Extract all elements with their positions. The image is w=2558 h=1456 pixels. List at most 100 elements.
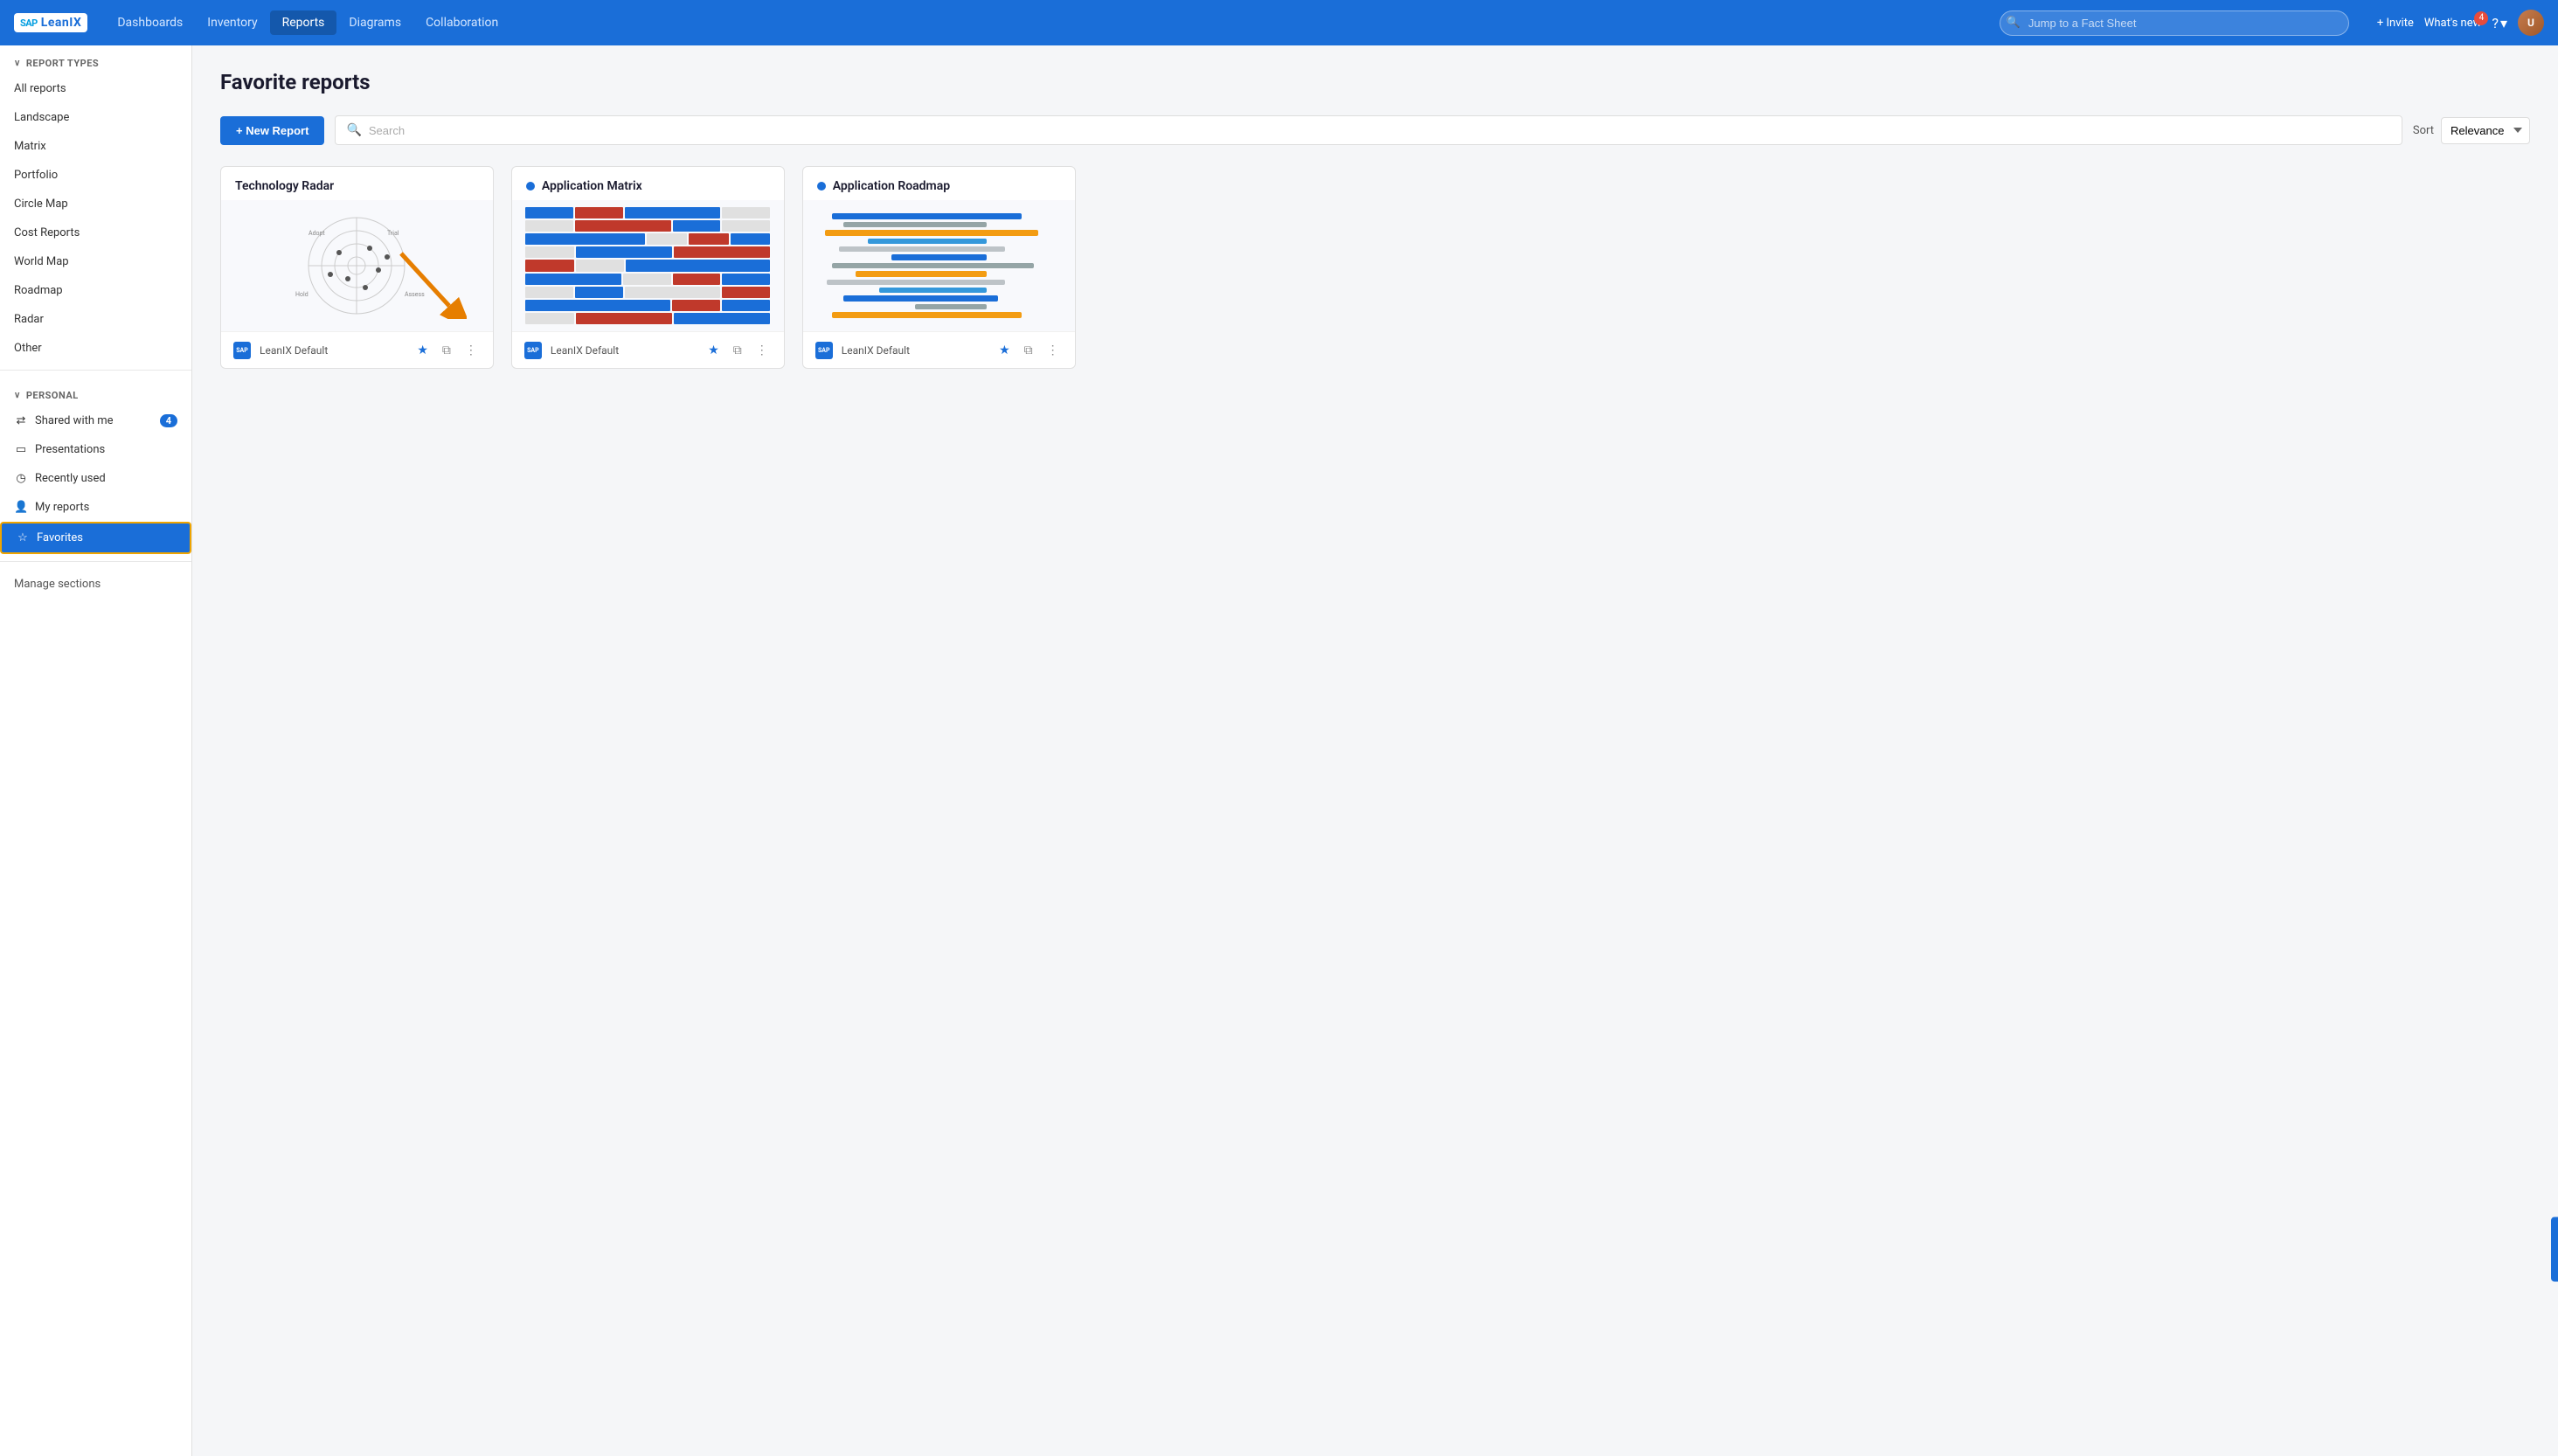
card-logo: SAP (524, 342, 542, 359)
card-preview-matrix (512, 200, 784, 331)
card-logo: SAP (815, 342, 833, 359)
more-button[interactable]: ⋮ (1043, 341, 1063, 359)
toolbar: + New Report 🔍 Sort Relevance Name Date … (220, 115, 2530, 145)
sidebar-item-portfolio[interactable]: Portfolio (0, 161, 191, 190)
nav-reports[interactable]: Reports (270, 10, 337, 35)
personal-header: ∨ PERSONAL (0, 378, 191, 406)
report-types-chevron: ∨ (14, 59, 21, 68)
sidebar-label: Radar (14, 313, 44, 326)
main-content: Favorite reports + New Report 🔍 Sort Rel… (192, 45, 2558, 1456)
sidebar-label: My reports (35, 501, 89, 514)
search-input[interactable] (369, 124, 2391, 137)
report-card-application-roadmap[interactable]: Application Roadmap (802, 166, 1076, 369)
card-footer-roadmap: SAP LeanIX Default ★ ⧉ ⋮ (803, 331, 1075, 368)
sidebar-label: Cost Reports (14, 226, 80, 239)
sidebar-item-landscape[interactable]: Landscape (0, 103, 191, 132)
sidebar-divider-2 (0, 561, 191, 562)
layout: ∨ REPORT TYPES All reports Landscape Mat… (0, 45, 2558, 1456)
card-owner: LeanIX Default (260, 344, 405, 357)
sort-area: Sort Relevance Name Date Type (2413, 117, 2530, 144)
card-owner: LeanIX Default (551, 344, 696, 357)
nav-items: Dashboards Inventory Reports Diagrams Co… (105, 10, 1982, 35)
report-card-application-matrix[interactable]: Application Matrix (511, 166, 785, 369)
nav-collaboration[interactable]: Collaboration (413, 10, 510, 35)
invite-button[interactable]: + Invite (2377, 17, 2414, 30)
card-footer-matrix: SAP LeanIX Default ★ ⧉ ⋮ (512, 331, 784, 368)
more-button[interactable]: ⋮ (752, 341, 772, 359)
copy-button[interactable]: ⧉ (439, 341, 454, 359)
sidebar-label: Favorites (37, 531, 83, 544)
copy-button[interactable]: ⧉ (1021, 341, 1036, 359)
presentation-icon: ▭ (14, 443, 28, 456)
sidebar-label: Matrix (14, 140, 46, 153)
sidebar-item-matrix[interactable]: Matrix (0, 132, 191, 161)
card-preview-roadmap (803, 200, 1075, 331)
cards-grid: Technology Radar (220, 166, 2530, 369)
copy-button[interactable]: ⧉ (730, 341, 745, 359)
sidebar-item-world-map[interactable]: World Map (0, 247, 191, 276)
nav-diagrams[interactable]: Diagrams (336, 10, 413, 35)
logo-leanix-text: LeanIX (41, 16, 82, 30)
card-title: Technology Radar (235, 179, 334, 193)
roadmap-bars (816, 210, 1061, 322)
card-logo: SAP (233, 342, 251, 359)
card-actions: ★ ⧉ ⋮ (995, 341, 1063, 359)
help-button[interactable]: ? ▾ (2492, 15, 2507, 31)
support-button[interactable]: Support (2551, 1217, 2558, 1281)
svg-text:Adopt: Adopt (308, 230, 325, 237)
sidebar-item-cost-reports[interactable]: Cost Reports (0, 218, 191, 247)
navbar-search-area: 🔍 (2000, 10, 2349, 36)
whatsnew-button[interactable]: What's new 4 (2424, 17, 2482, 30)
card-header-application-roadmap: Application Roadmap (803, 167, 1075, 200)
sidebar-item-my-reports[interactable]: 👤 My reports (0, 493, 191, 522)
manage-sections[interactable]: Manage sections (0, 569, 191, 600)
report-card-technology-radar[interactable]: Technology Radar (220, 166, 494, 369)
sidebar-item-roadmap[interactable]: Roadmap (0, 276, 191, 305)
navbar: SAP LeanIX Dashboards Inventory Reports … (0, 0, 2558, 45)
sidebar-label: Recently used (35, 472, 106, 485)
avatar[interactable]: U (2518, 10, 2544, 36)
sidebar-label: Other (14, 342, 42, 355)
sidebar-label: All reports (14, 82, 66, 95)
nav-dashboards[interactable]: Dashboards (105, 10, 195, 35)
report-types-header: ∨ REPORT TYPES (0, 45, 191, 74)
favorite-button[interactable]: ★ (995, 341, 1014, 359)
more-button[interactable]: ⋮ (461, 341, 481, 359)
card-actions: ★ ⧉ ⋮ (704, 341, 772, 359)
card-actions: ★ ⧉ ⋮ (413, 341, 481, 359)
svg-text:Hold: Hold (295, 291, 308, 298)
new-report-button[interactable]: + New Report (220, 116, 324, 145)
card-header-technology-radar: Technology Radar (221, 167, 493, 200)
sidebar: ∨ REPORT TYPES All reports Landscape Mat… (0, 45, 192, 1456)
card-owner: LeanIX Default (842, 344, 987, 357)
card-header-application-matrix: Application Matrix (512, 167, 784, 200)
star-icon: ☆ (16, 531, 30, 544)
card-title: Application Roadmap (833, 179, 950, 193)
share-icon: ⇄ (14, 414, 28, 427)
personal-chevron: ∨ (14, 391, 21, 400)
nav-inventory[interactable]: Inventory (195, 10, 269, 35)
sort-label: Sort (2413, 124, 2434, 137)
sort-select[interactable]: Relevance Name Date Type (2441, 117, 2530, 144)
matrix-grid (525, 207, 770, 325)
sidebar-label: Landscape (14, 111, 69, 124)
sidebar-item-other[interactable]: Other (0, 334, 191, 363)
help-chevron: ▾ (2500, 15, 2507, 31)
sidebar-item-favorites[interactable]: ☆ Favorites (0, 522, 191, 554)
page-title: Favorite reports (220, 70, 2530, 94)
sidebar-item-all-reports[interactable]: All reports (0, 74, 191, 103)
sidebar-item-presentations[interactable]: ▭ Presentations (0, 435, 191, 464)
sidebar-item-shared-with-me[interactable]: ⇄ Shared with me 4 (0, 406, 191, 435)
sidebar-item-recently-used[interactable]: ◷ Recently used (0, 464, 191, 493)
card-dot (526, 182, 535, 191)
logo[interactable]: SAP LeanIX (14, 13, 87, 32)
help-icon: ? (2492, 15, 2499, 31)
sidebar-item-circle-map[interactable]: Circle Map (0, 190, 191, 218)
navbar-search-input[interactable] (2000, 10, 2349, 36)
favorite-button[interactable]: ★ (413, 341, 432, 359)
person-icon: 👤 (14, 501, 28, 514)
sidebar-item-radar[interactable]: Radar (0, 305, 191, 334)
svg-text:Trial: Trial (387, 230, 399, 237)
shared-badge: 4 (160, 414, 177, 427)
favorite-button[interactable]: ★ (704, 341, 723, 359)
